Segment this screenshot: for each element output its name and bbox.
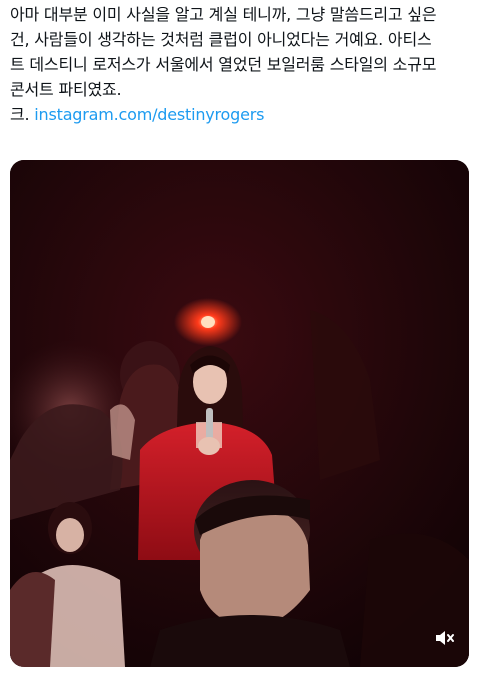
next-content-edge bbox=[0, 686, 480, 694]
video-frame bbox=[10, 160, 469, 667]
video-player[interactable] bbox=[10, 160, 469, 667]
tweet-text-line: 아마 대부분 이미 사실을 알고 계실 테니까, 그냥 말씀드리고 싶은 bbox=[10, 5, 437, 24]
tweet-text-line: 트 데스티니 로저스가 서울에서 열었던 보일러룸 스타일의 소규모 bbox=[10, 55, 437, 74]
tweet-text-line: 콘서트 파티였죠. bbox=[10, 80, 122, 99]
speaker-muted-icon bbox=[436, 631, 454, 645]
tweet-credit-line: 크. instagram.com/destinyrogers bbox=[10, 102, 472, 127]
instagram-link[interactable]: instagram.com/destinyrogers bbox=[34, 105, 264, 124]
credit-prefix: 크. bbox=[10, 105, 30, 124]
tweet-text-line: 건, 사람들이 생각하는 것처럼 클럽이 아니었다는 거예요. 아티스 bbox=[10, 30, 432, 49]
tweet-text: 아마 대부분 이미 사실을 알고 계실 테니까, 그냥 말씀드리고 싶은 건, … bbox=[10, 2, 472, 127]
mute-button[interactable] bbox=[433, 627, 455, 649]
